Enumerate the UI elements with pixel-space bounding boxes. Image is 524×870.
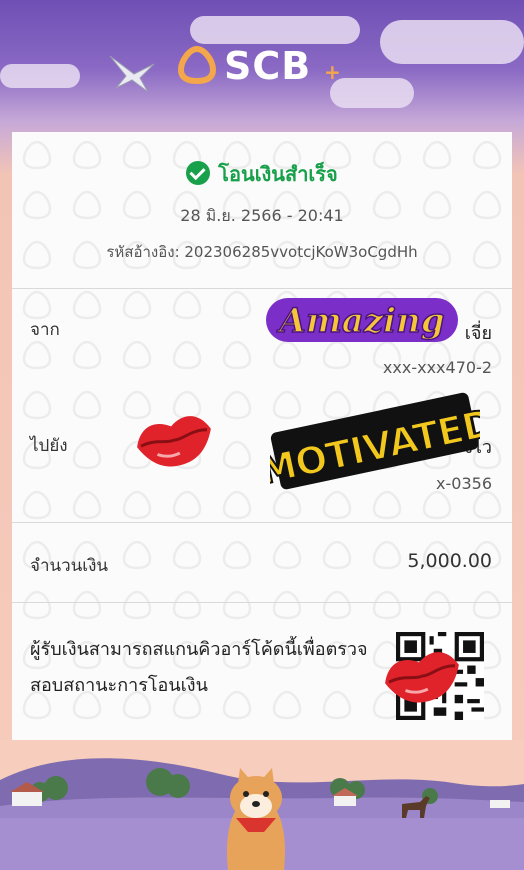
- amount-label: จำนวนเงิน: [30, 556, 109, 576]
- scb-logo: SCB +: [176, 40, 356, 92]
- swallow-bird-icon: [109, 55, 155, 93]
- cloud-decoration: [380, 20, 524, 64]
- transfer-status: โอนเงินสำเร็จ: [12, 158, 512, 190]
- divider: [12, 602, 512, 603]
- amount-value: 5,000.00: [407, 550, 492, 572]
- success-check-icon: [186, 161, 211, 185]
- cloud-decoration: [0, 64, 80, 88]
- reference-code: รหัสอ้างอิง: 202306285vvotcjKoW3oCgdHh: [106, 243, 418, 261]
- transfer-datetime: 28 มิ.ย. 2566 - 20:41: [180, 206, 344, 225]
- kiss-lips-sticker: [137, 416, 211, 467]
- status-text: โอนเงินสำเร็จ: [218, 162, 338, 186]
- amazing-sticker: Amazing: [266, 298, 458, 342]
- qr-instruction: ผู้รับเงินสามารถสแกนคิวอาร์โค้ดนี้เพื่อต…: [30, 639, 368, 696]
- motivated-sticker: MOTIVATED: [270, 392, 480, 494]
- from-account: xxx-xxx470-2: [382, 358, 492, 377]
- amazing-sticker-text: Amazing: [276, 301, 444, 341]
- landscape-scene: [0, 740, 524, 870]
- from-label: จาก: [30, 320, 60, 340]
- scb-logo-mark-icon: [178, 46, 216, 84]
- kiss-lips-sticker: [385, 652, 459, 703]
- brand-plus: +: [324, 60, 341, 84]
- from-name: เจี่ย: [464, 323, 492, 344]
- divider: [12, 522, 512, 523]
- brand-name: SCB: [224, 44, 312, 88]
- to-label: ไปยัง: [30, 436, 68, 456]
